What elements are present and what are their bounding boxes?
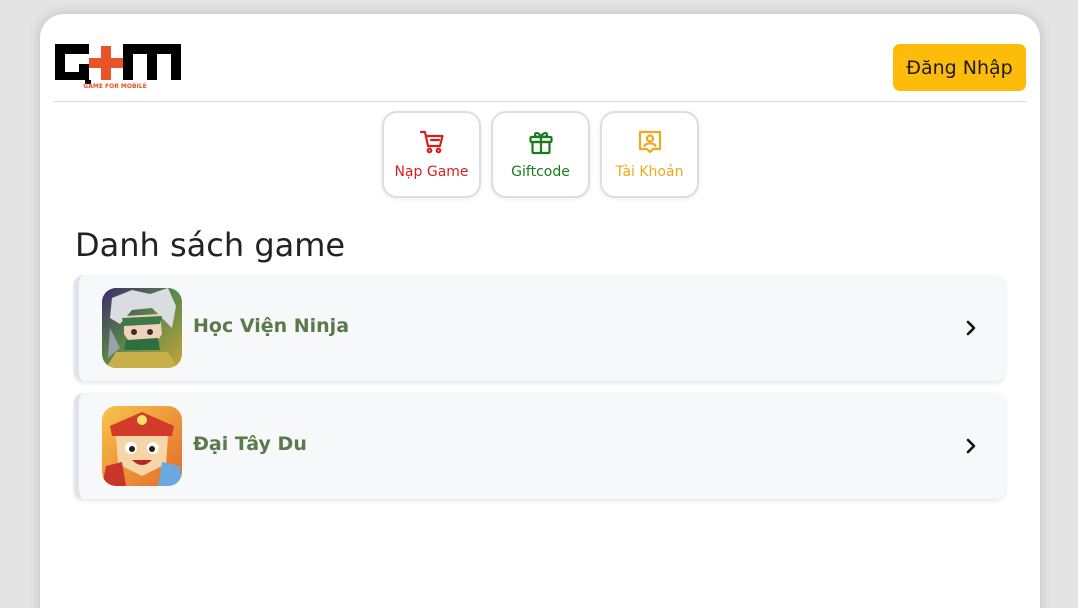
cart-icon [418,128,446,156]
game-name: Học Viện Ninja [193,315,350,337]
chevron-right-icon [966,438,976,454]
account-icon [636,128,664,156]
login-button[interactable]: Đăng Nhập [893,44,1026,91]
game-list: Học Viện Ninja Đại Tây Du [74,275,1005,511]
main-card: GAME FOR MOBILE Đăng Nhập Nạp Game Giftc… [40,14,1040,608]
quick-link-label: Tài Khoản [615,164,684,180]
section-title: Danh sách game [75,226,346,264]
monkey-king-avatar-icon [102,406,182,486]
quick-link-giftcode[interactable]: Giftcode [491,111,590,198]
header: GAME FOR MOBILE Đăng Nhập [54,14,1026,102]
logo-tagline: GAME FOR MOBILE [83,83,146,90]
quick-link-tai-khoan[interactable]: Tài Khoản [600,111,699,198]
quick-link-label: Giftcode [511,164,570,180]
chevron-right-icon [966,320,976,336]
logo-icon: GAME FOR MOBILE [55,44,181,90]
ninja-avatar-icon [102,288,182,368]
game-item-hoc-vien-ninja[interactable]: Học Viện Ninja [74,275,1005,381]
quick-links: Nạp Game Giftcode Tài Khoản [382,111,699,198]
gift-icon [527,128,555,156]
game-item-dai-tay-du[interactable]: Đại Tây Du [74,393,1005,499]
quick-link-nap-game[interactable]: Nạp Game [382,111,481,198]
site-logo[interactable]: GAME FOR MOBILE [55,44,181,90]
game-name: Đại Tây Du [193,433,307,455]
quick-link-label: Nạp Game [394,164,469,180]
